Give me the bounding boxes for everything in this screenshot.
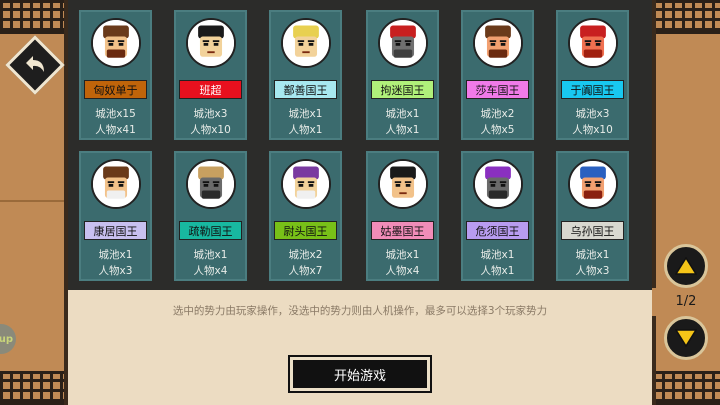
triangle-up-icon xyxy=(675,257,697,275)
faction-character-count: 人物x4 xyxy=(385,265,420,277)
faction-leader-portrait xyxy=(185,18,236,68)
faction-character-count: 人物x41 xyxy=(95,124,136,136)
back-arrow-icon xyxy=(26,56,44,72)
faction-leader-portrait xyxy=(280,18,331,68)
faction-leader-portrait xyxy=(377,159,428,209)
faction-name-banner: 尉头国王 xyxy=(274,221,337,240)
selection-hint: 选中的势力由玩家操作，没选中的势力则由人机操作，最多可以选择3个玩家势力 xyxy=(172,305,548,317)
faction-card[interactable]: 匈奴单于城池x15 人物x41 xyxy=(79,10,152,140)
faction-city-count: 城池x1 xyxy=(385,249,420,261)
faction-name-banner: 班超 xyxy=(179,80,242,99)
page-up-button[interactable] xyxy=(664,244,708,288)
faction-city-count: 城池x3 xyxy=(575,108,610,120)
faction-character-count: 人物x3 xyxy=(575,265,610,277)
faction-name-banner: 莎车国王 xyxy=(466,80,529,99)
faction-city-count: 城池x2 xyxy=(288,249,323,261)
meander-border-top-left xyxy=(0,0,68,34)
triangle-down-icon xyxy=(675,329,697,347)
faction-name-banner: 疏勒国王 xyxy=(179,221,242,240)
faction-character-count: 人物x1 xyxy=(288,124,323,136)
faction-character-count: 人物x10 xyxy=(190,124,231,136)
faction-name-banner: 康居国王 xyxy=(84,221,147,240)
faction-card[interactable]: 尉头国王城池x2 人物x7 xyxy=(269,151,342,281)
faction-character-count: 人物x10 xyxy=(572,124,613,136)
faction-name-banner: 乌孙国王 xyxy=(561,221,624,240)
faction-leader-portrait xyxy=(567,18,618,68)
faction-city-count: 城池x1 xyxy=(575,249,610,261)
faction-card[interactable]: 班超城池x3 人物x10 xyxy=(174,10,247,140)
faction-card[interactable]: 莎车国王城池x2 人物x5 xyxy=(461,10,534,140)
frame-line-right xyxy=(652,0,656,405)
faction-leader-portrait xyxy=(185,159,236,209)
page-indicator: 1/2 xyxy=(675,294,697,309)
faction-city-count: 城池x1 xyxy=(98,249,133,261)
faction-city-count: 城池x1 xyxy=(193,249,228,261)
faction-name-banner: 于阗国王 xyxy=(561,80,624,99)
faction-city-count: 城池x15 xyxy=(95,108,136,120)
faction-character-count: 人物x1 xyxy=(385,124,420,136)
faction-card[interactable]: 于阗国王城池x3 人物x10 xyxy=(556,10,629,140)
faction-card[interactable]: 危须国王城池x1 人物x1 xyxy=(461,151,534,281)
faction-leader-portrait xyxy=(472,18,523,68)
faction-character-count: 人物x1 xyxy=(480,265,515,277)
meander-border-bottom-right xyxy=(652,371,720,405)
page-down-button[interactable] xyxy=(664,316,708,360)
faction-leader-portrait xyxy=(280,159,331,209)
faction-name-banner: 匈奴单于 xyxy=(84,80,147,99)
faction-name-banner: 鄯善国王 xyxy=(274,80,337,99)
faction-card[interactable]: 拘迷国王城池x1 人物x1 xyxy=(366,10,439,140)
faction-name-banner: 拘迷国王 xyxy=(371,80,434,99)
faction-character-count: 人物x5 xyxy=(480,124,515,136)
start-game-button[interactable]: 开始游戏 xyxy=(288,355,432,393)
faction-card[interactable]: 疏勒国王城池x1 人物x4 xyxy=(174,151,247,281)
faction-city-count: 城池x2 xyxy=(480,108,515,120)
faction-city-count: 城池x3 xyxy=(193,108,228,120)
faction-character-count: 人物x7 xyxy=(288,265,323,277)
faction-card[interactable]: 乌孙国王城池x1 人物x3 xyxy=(556,151,629,281)
faction-card[interactable]: 鄯善国王城池x1 人物x1 xyxy=(269,10,342,140)
faction-leader-portrait xyxy=(377,18,428,68)
faction-leader-portrait xyxy=(90,159,141,209)
faction-city-count: 城池x1 xyxy=(385,108,420,120)
faction-leader-portrait xyxy=(90,18,141,68)
faction-city-count: 城池x1 xyxy=(480,249,515,261)
faction-leader-portrait xyxy=(472,159,523,209)
faction-card[interactable]: 康居国王城池x1 人物x3 xyxy=(79,151,152,281)
meander-border-bottom-left xyxy=(0,371,68,405)
faction-name-banner: 姑墨国王 xyxy=(371,221,434,240)
wood-divider xyxy=(0,200,68,202)
faction-character-count: 人物x3 xyxy=(98,265,133,277)
faction-name-banner: 危须国王 xyxy=(466,221,529,240)
faction-card[interactable]: 姑墨国王城池x1 人物x4 xyxy=(366,151,439,281)
faction-character-count: 人物x4 xyxy=(193,265,228,277)
faction-leader-portrait xyxy=(567,159,618,209)
meander-border-top-right xyxy=(652,0,720,34)
faction-city-count: 城池x1 xyxy=(288,108,323,120)
